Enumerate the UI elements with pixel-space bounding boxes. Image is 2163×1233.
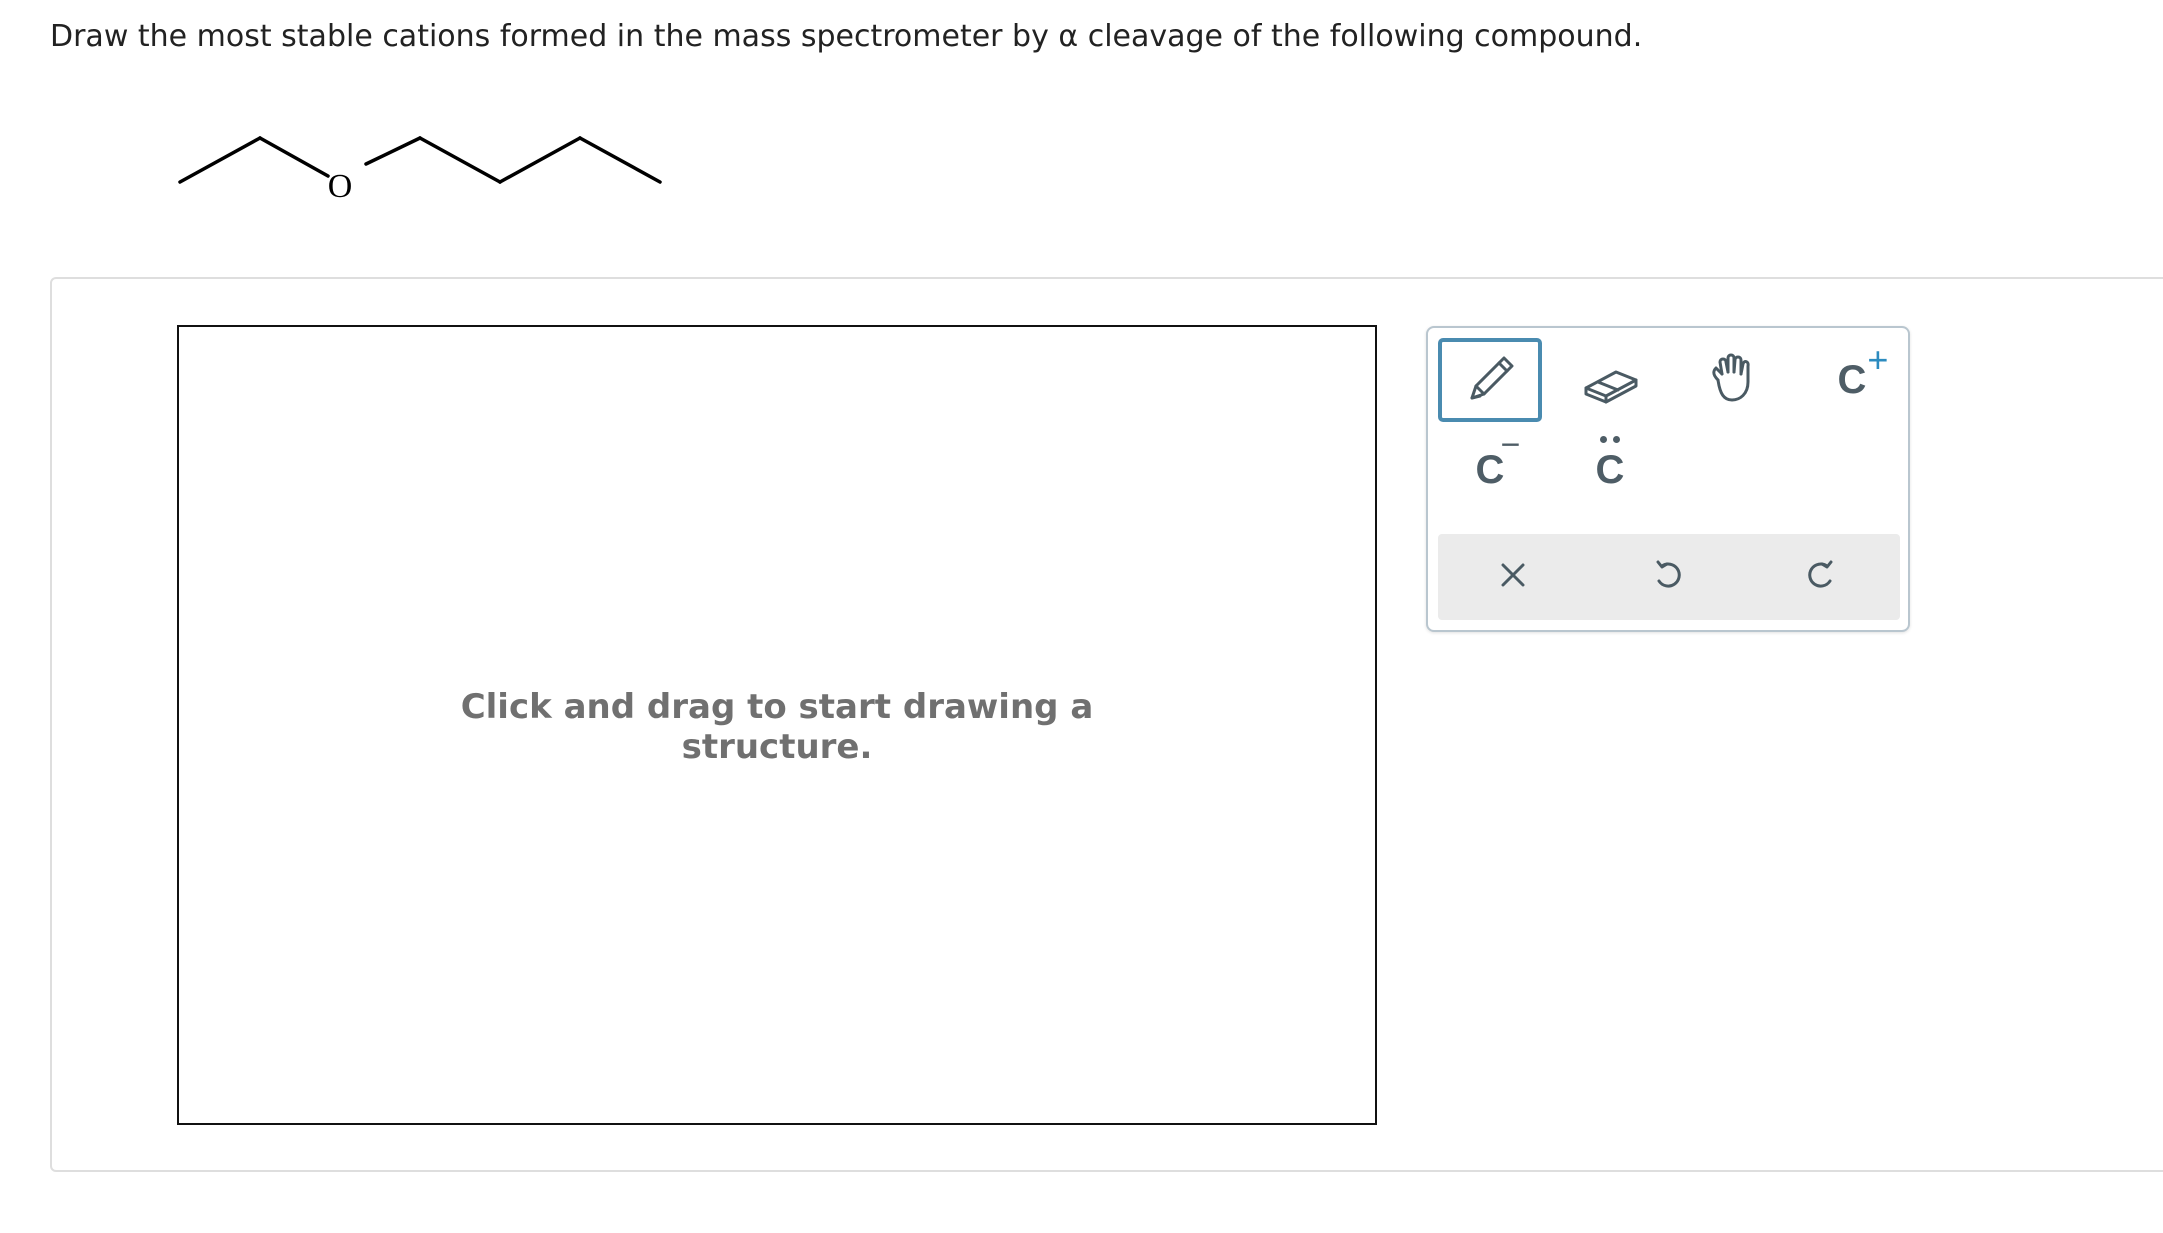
question-text: Draw the most stable cations formed in t… <box>50 19 1643 54</box>
close-icon <box>1495 557 1531 597</box>
canvas-hint: Click and drag to start drawing a struct… <box>460 687 1094 767</box>
oxygen-atom-label: O <box>328 168 353 205</box>
eraser-icon <box>1578 350 1642 410</box>
bond-line <box>578 136 662 184</box>
redo-button[interactable] <box>1761 534 1881 620</box>
drawing-toolbox: C + C − C <box>1426 326 1910 632</box>
drawing-canvas[interactable]: Click and drag to start drawing a struct… <box>177 325 1377 1125</box>
bond-line <box>498 136 582 184</box>
bond-line <box>178 136 262 184</box>
lone-pair-dots <box>1599 436 1621 444</box>
pencil-tool-button[interactable] <box>1438 338 1542 422</box>
negative-charge-icon: C − <box>1475 426 1521 492</box>
move-tool-button[interactable] <box>1682 338 1786 422</box>
molecule-structure: O <box>170 122 680 222</box>
positive-charge-tool-button[interactable]: C + <box>1800 338 1904 422</box>
negative-charge-tool-button[interactable]: C − <box>1438 428 1542 512</box>
plus-sign: + <box>1867 339 1889 380</box>
hand-icon <box>1704 350 1764 410</box>
minus-sign: − <box>1500 426 1521 464</box>
redo-icon <box>1803 557 1839 597</box>
positive-charge-icon: C + <box>1837 339 1889 402</box>
undo-icon <box>1650 557 1686 597</box>
lone-pair-tool-button[interactable]: C <box>1558 428 1662 512</box>
bond-line <box>258 136 330 178</box>
clear-button[interactable] <box>1453 534 1573 620</box>
bond-line <box>418 136 502 184</box>
pencil-icon <box>1460 350 1520 410</box>
lone-pair-icon: C <box>1596 436 1624 490</box>
eraser-tool-button[interactable] <box>1558 338 1662 422</box>
action-bar <box>1438 534 1900 620</box>
bond-line <box>364 136 422 166</box>
undo-button[interactable] <box>1608 534 1728 620</box>
